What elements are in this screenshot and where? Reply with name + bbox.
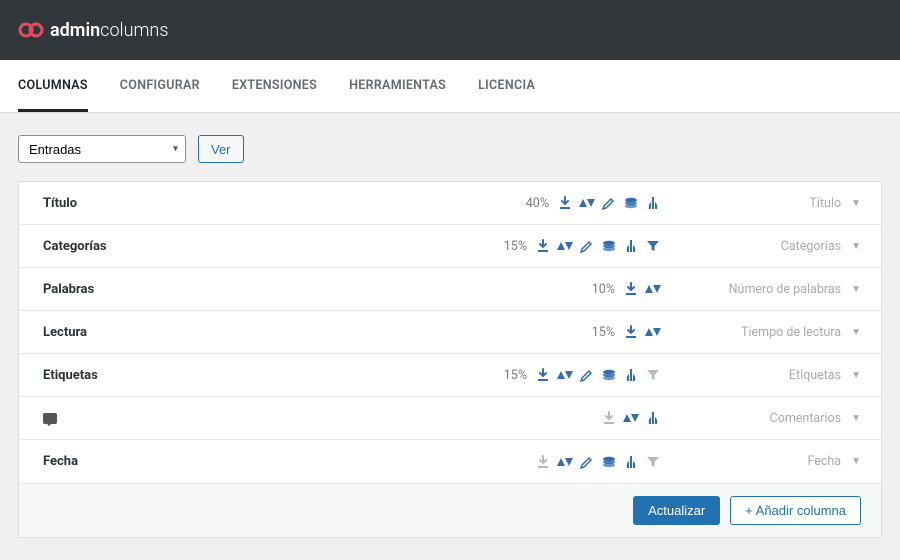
funnel-icon[interactable] <box>645 367 661 383</box>
column-type-label: Número de palabras <box>729 282 841 297</box>
panel-footer: Actualizar + Añadir columna <box>19 483 881 537</box>
width-percent: 40% <box>526 196 549 211</box>
edit-icon[interactable] <box>579 367 595 383</box>
column-label <box>43 413 303 424</box>
column-type[interactable]: Comentarios ▼ <box>661 411 861 426</box>
columns-panel: Título 40% Título ▼ Categorías 15% Categorías ▼… <box>18 181 882 538</box>
column-row[interactable]: Lectura 15% Tiempo de lectura ▼ <box>19 311 881 354</box>
column-type-label: Categorías <box>781 239 841 254</box>
column-label: Palabras <box>43 282 303 297</box>
column-type[interactable]: Tiempo de lectura ▼ <box>661 325 861 340</box>
chevron-down-icon: ▼ <box>851 284 861 295</box>
column-type-label: Tiempo de lectura <box>741 325 841 340</box>
sort-icon[interactable] <box>557 454 573 470</box>
funnel-icon[interactable] <box>645 454 661 470</box>
filter-icon[interactable] <box>623 367 639 383</box>
sort-icon[interactable] <box>645 281 661 297</box>
column-indicators: 40% <box>303 195 661 211</box>
tab-extensiones[interactable]: EXTENSIONES <box>232 60 317 112</box>
brand: admincolumns <box>18 20 168 41</box>
chevron-down-icon: ▼ <box>851 370 861 381</box>
download-icon[interactable] <box>623 281 639 297</box>
download-icon[interactable] <box>601 410 617 426</box>
tab-configurar[interactable]: CONFIGURAR <box>120 60 200 112</box>
tab-columnas[interactable]: COLUMNAS <box>18 60 88 112</box>
update-button[interactable]: Actualizar <box>633 496 720 525</box>
view-button[interactable]: Ver <box>198 135 244 163</box>
column-type[interactable]: Título ▼ <box>661 196 861 211</box>
column-row[interactable]: Título 40% Título ▼ <box>19 182 881 225</box>
export-icon[interactable] <box>601 238 617 254</box>
download-icon[interactable] <box>535 367 551 383</box>
edit-icon[interactable] <box>579 238 595 254</box>
column-row[interactable]: Palabras 10% Número de palabras ▼ <box>19 268 881 311</box>
column-indicators: 15% <box>303 367 661 383</box>
column-indicators: 15% <box>303 324 661 340</box>
edit-icon[interactable] <box>579 454 595 470</box>
column-type-label: Etiquetas <box>789 368 841 383</box>
list-select[interactable]: Entradas <box>18 135 186 163</box>
sort-icon[interactable] <box>557 367 573 383</box>
filter-icon[interactable] <box>645 195 661 211</box>
tabs: COLUMNAS CONFIGURAR EXTENSIONES HERRAMIENTA… <box>0 60 900 113</box>
column-label: Título <box>43 196 303 211</box>
column-type[interactable]: Etiquetas ▼ <box>661 368 861 383</box>
main: Entradas ▾ Ver Título40%Título▼Categoría… <box>0 113 900 560</box>
download-icon[interactable] <box>623 324 639 340</box>
column-type[interactable]: Número de palabras ▼ <box>661 282 861 297</box>
width-percent: 15% <box>504 368 527 383</box>
column-indicators <box>303 454 661 470</box>
column-type[interactable]: Fecha ▼ <box>661 454 861 469</box>
export-icon[interactable] <box>601 454 617 470</box>
column-row[interactable]: Comentarios ▼ <box>19 397 881 440</box>
sort-icon[interactable] <box>645 324 661 340</box>
chevron-down-icon: ▼ <box>851 456 861 467</box>
chevron-down-icon: ▼ <box>851 413 861 424</box>
add-column-button[interactable]: + Añadir columna <box>730 496 861 525</box>
toolbar: Entradas ▾ Ver <box>18 135 882 163</box>
column-label: Lectura <box>43 325 303 340</box>
column-row[interactable]: Fecha Fecha ▼ <box>19 440 881 483</box>
brand-text: admincolumns <box>50 20 168 41</box>
export-icon[interactable] <box>623 195 639 211</box>
comment-icon <box>43 413 57 424</box>
column-label: Fecha <box>43 454 303 469</box>
tab-licencia[interactable]: LICENCIA <box>478 60 535 112</box>
funnel-icon[interactable] <box>645 238 661 254</box>
column-row[interactable]: Categorías 15% Categorías ▼ <box>19 225 881 268</box>
column-indicators: 15% <box>303 238 661 254</box>
sort-icon[interactable] <box>579 195 595 211</box>
width-percent: 15% <box>504 239 527 254</box>
width-percent: 15% <box>592 325 615 340</box>
column-row[interactable]: Etiquetas 15% Etiquetas ▼ <box>19 354 881 397</box>
width-percent: 10% <box>592 282 615 297</box>
chevron-down-icon: ▼ <box>851 198 861 209</box>
topbar: admincolumns <box>0 0 900 60</box>
download-icon[interactable] <box>557 195 573 211</box>
brand-logo-icon <box>18 21 44 39</box>
column-type-label: Comentarios <box>770 411 842 426</box>
download-icon[interactable] <box>535 238 551 254</box>
sort-icon[interactable] <box>623 410 639 426</box>
edit-icon[interactable] <box>601 195 617 211</box>
column-indicators <box>303 410 661 426</box>
filter-icon[interactable] <box>623 238 639 254</box>
download-icon[interactable] <box>535 454 551 470</box>
sort-icon[interactable] <box>557 238 573 254</box>
filter-icon[interactable] <box>645 410 661 426</box>
list-select-wrap: Entradas ▾ <box>18 135 186 163</box>
column-label: Categorías <box>43 239 303 254</box>
column-indicators: 10% <box>303 281 661 297</box>
tab-herramientas[interactable]: HERRAMIENTAS <box>349 60 446 112</box>
filter-icon[interactable] <box>623 454 639 470</box>
column-type-label: Fecha <box>807 454 841 469</box>
chevron-down-icon: ▼ <box>851 241 861 252</box>
chevron-down-icon: ▼ <box>851 327 861 338</box>
column-label: Etiquetas <box>43 368 303 383</box>
column-type-label: Título <box>809 196 841 211</box>
column-type[interactable]: Categorías ▼ <box>661 239 861 254</box>
export-icon[interactable] <box>601 367 617 383</box>
